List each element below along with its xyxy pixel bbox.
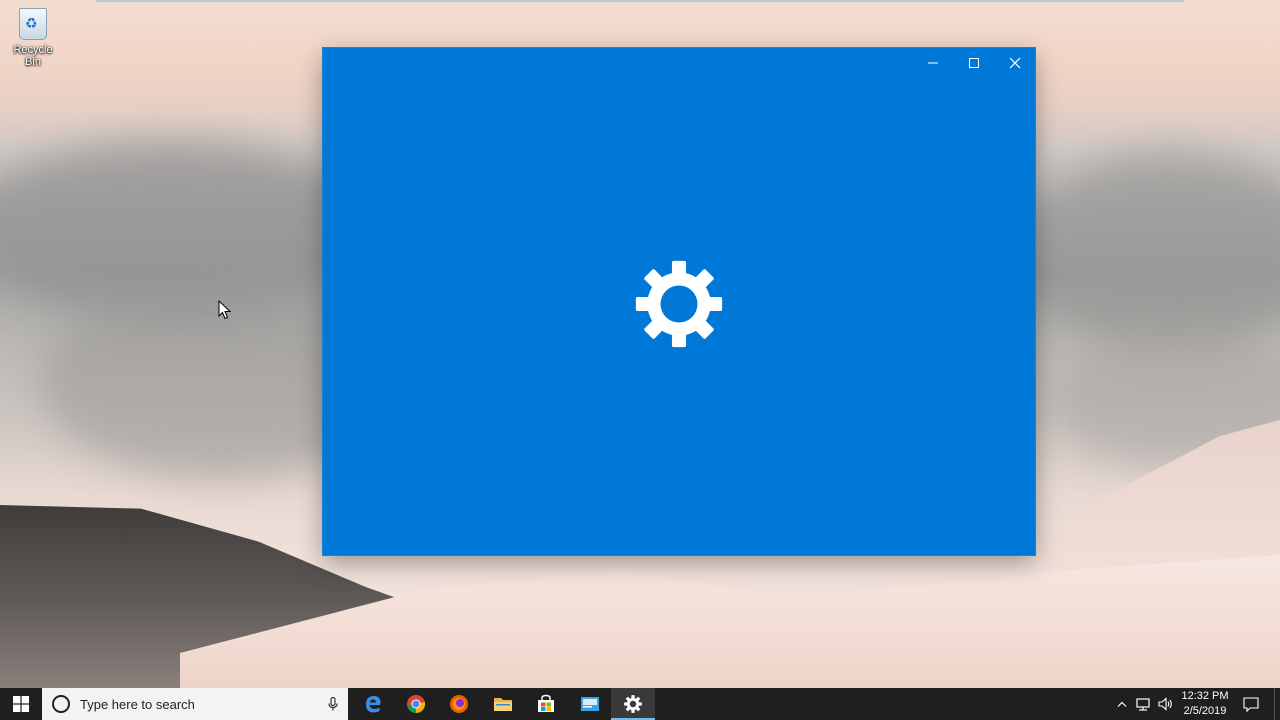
mouse-cursor-icon — [218, 300, 232, 320]
tray-volume-button[interactable] — [1155, 688, 1177, 720]
show-desktop-button[interactable] — [1274, 688, 1280, 720]
gear-icon — [635, 260, 723, 348]
cortana-icon — [52, 695, 70, 713]
taskbar-app-firefox[interactable] — [437, 688, 481, 720]
taskbar-app-file-explorer[interactable] — [481, 688, 525, 720]
start-button[interactable] — [0, 688, 42, 720]
taskbar-app-mail[interactable] — [568, 688, 612, 720]
snow-foreground — [180, 555, 1280, 688]
chrome-icon — [407, 695, 426, 714]
volume-icon — [1158, 697, 1172, 711]
tray-network-button[interactable] — [1133, 688, 1155, 720]
edge-icon — [366, 696, 381, 713]
desktop-icon-label: Recycle Bin — [13, 44, 53, 68]
taskbar-search-box[interactable]: Type here to search — [42, 688, 348, 720]
taskbar: Type here to search 12:32 PM 2/5/2019 — [0, 688, 1280, 720]
chevron-up-icon — [1117, 701, 1127, 707]
taskbar-app-chrome[interactable] — [394, 688, 438, 720]
tray-overflow-button[interactable] — [1111, 688, 1133, 720]
taskbar-app-settings[interactable] — [611, 688, 655, 720]
tray-clock[interactable]: 12:32 PM 2/5/2019 — [1176, 688, 1234, 720]
firefox-icon — [450, 695, 468, 713]
recycle-bin-icon — [19, 8, 47, 40]
windows-logo-icon — [13, 696, 29, 712]
notification-icon — [1243, 696, 1259, 712]
desktop-icon-recycle-bin[interactable]: Recycle Bin — [4, 6, 62, 68]
taskbar-app-store[interactable] — [524, 688, 568, 720]
network-icon — [1136, 698, 1150, 711]
taskbar-app-edge[interactable] — [351, 688, 395, 720]
store-icon — [538, 694, 554, 712]
minimize-button[interactable] — [912, 48, 953, 78]
folder-icon — [494, 698, 512, 711]
clock-time: 12:32 PM — [1181, 690, 1229, 702]
maximize-icon — [968, 58, 979, 68]
close-icon — [1009, 57, 1020, 69]
minimize-icon — [927, 62, 938, 64]
settings-window[interactable] — [323, 48, 1035, 555]
close-button[interactable] — [994, 48, 1035, 78]
clock-date: 2/5/2019 — [1183, 705, 1227, 717]
action-center-button[interactable] — [1236, 688, 1266, 720]
gear-icon — [624, 695, 642, 713]
search-placeholder: Type here to search — [80, 696, 195, 712]
mail-icon — [581, 697, 599, 711]
maximize-button[interactable] — [953, 48, 994, 78]
top-edge-strip — [96, 0, 1184, 2]
microphone-icon[interactable] — [328, 697, 338, 711]
